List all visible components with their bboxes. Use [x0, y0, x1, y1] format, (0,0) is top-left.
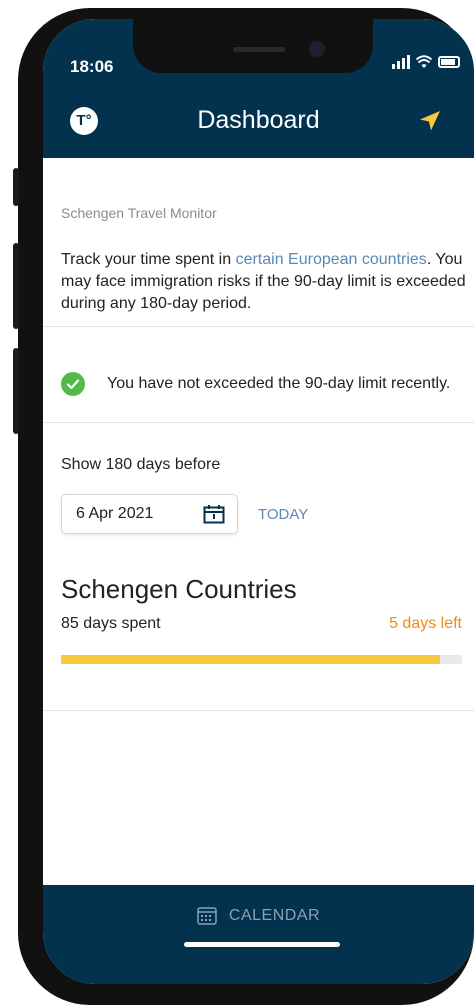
- check-circle-icon: [61, 372, 85, 396]
- volume-down-button: [13, 348, 19, 434]
- calendar-tab-label: CALENDAR: [228, 907, 321, 924]
- home-indicator[interactable]: [184, 942, 340, 947]
- notch: [133, 19, 373, 73]
- monitor-description: Track your time spent in certain Europea…: [61, 249, 466, 315]
- days-spent: 85 days spent: [61, 615, 161, 632]
- date-value: 6 Apr 2021: [76, 505, 154, 522]
- battery-icon: [438, 56, 460, 68]
- monitor-label: Schengen Travel Monitor: [61, 205, 217, 221]
- signal-icon: [392, 55, 410, 69]
- european-countries-link[interactable]: certain European countries: [236, 251, 427, 268]
- location-arrow-icon[interactable]: [418, 109, 442, 133]
- app-header: 18:06 T° Dashboard: [43, 19, 474, 158]
- date-range-label: Show 180 days before: [61, 456, 221, 473]
- region-title: Schengen Countries: [61, 574, 297, 604]
- date-picker-field[interactable]: 6 Apr 2021: [61, 494, 238, 534]
- app-screen: 18:06 T° Dashboard Schengen Travel Monit…: [43, 19, 474, 984]
- status-icons: [392, 55, 460, 69]
- days-progress-fill: [61, 655, 440, 664]
- desc-text-start: Track your time spent in: [61, 251, 236, 268]
- limit-status: You have not exceeded the 90-day limit r…: [61, 372, 450, 396]
- volume-up-button: [13, 243, 19, 329]
- days-left: 5 days left: [389, 615, 462, 632]
- wifi-icon: [416, 55, 432, 68]
- divider: [43, 326, 474, 327]
- status-time: 18:06: [70, 57, 114, 76]
- divider: [43, 710, 474, 711]
- days-progress-bar: [61, 655, 462, 664]
- divider: [43, 422, 474, 423]
- bottom-nav: CALENDAR: [43, 885, 474, 984]
- limit-status-text: You have not exceeded the 90-day limit r…: [107, 375, 451, 392]
- calendar-icon: [203, 505, 225, 524]
- page-title: Dashboard: [197, 106, 320, 134]
- front-camera: [311, 43, 323, 55]
- today-button[interactable]: TODAY: [258, 506, 308, 523]
- speaker: [233, 47, 285, 52]
- silent-switch: [13, 168, 19, 206]
- calendar-tab-icon: [197, 907, 217, 925]
- calendar-tab[interactable]: CALENDAR: [43, 907, 474, 925]
